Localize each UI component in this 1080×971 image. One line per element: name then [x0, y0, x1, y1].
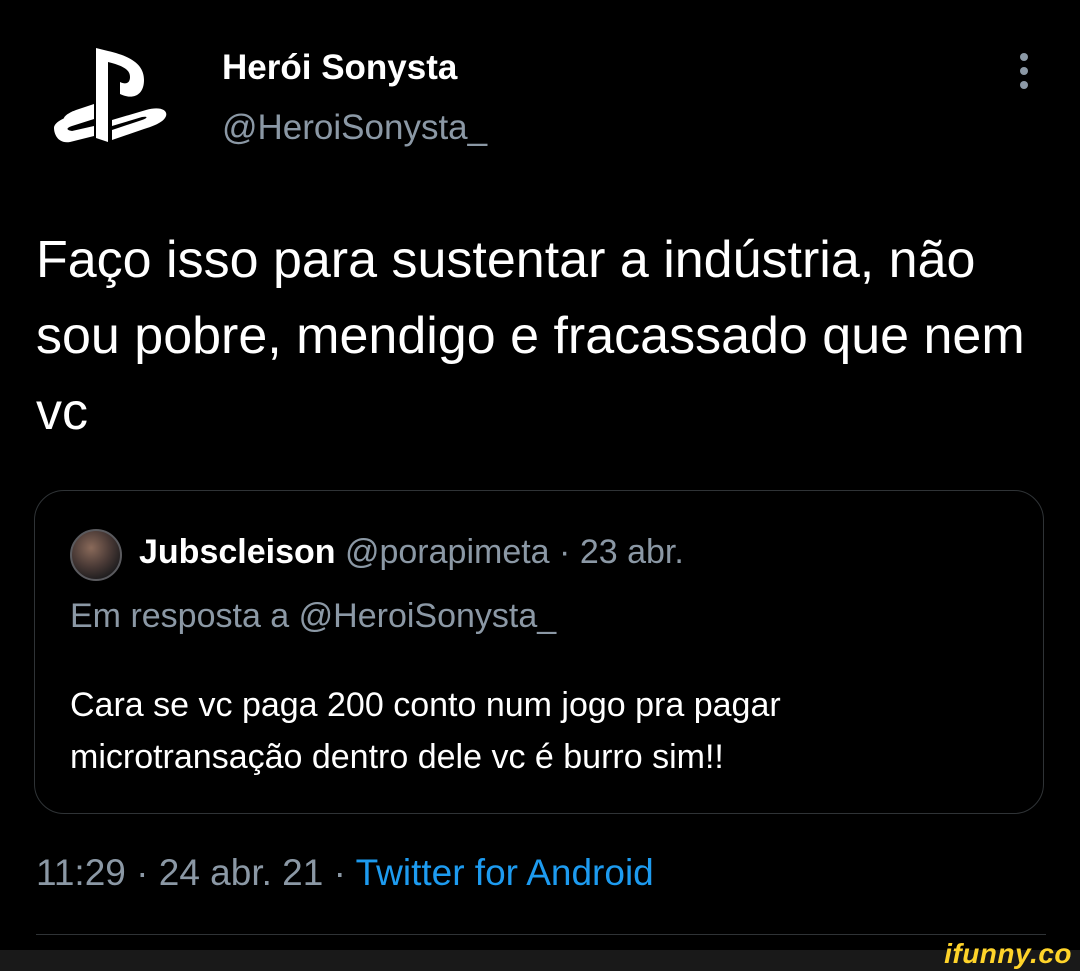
- meta-separator: ·: [125, 852, 159, 893]
- author-display-name[interactable]: Herói Sonysta: [222, 48, 457, 88]
- quoted-date: 23 abr.: [579, 533, 684, 571]
- meta-separator-2: ·: [323, 852, 356, 893]
- quoted-avatar[interactable]: [70, 529, 122, 581]
- quoted-reply-to: Em resposta a @HeroiSonysta_: [70, 597, 557, 635]
- quoted-handle: @porapimeta: [344, 533, 550, 571]
- author-handle[interactable]: @HeroiSonysta_: [222, 108, 487, 148]
- playstation-logo-icon: [54, 48, 167, 143]
- tweet-metadata: 11:29 · 24 abr. 21 · Twitter for Android: [36, 852, 654, 894]
- tweet-text: Faço isso para sustentar a indústria, nã…: [36, 231, 1025, 441]
- tweet-time: 11:29: [36, 852, 126, 893]
- watermark: ifunny.co: [944, 938, 1072, 969]
- quoted-tweet-text: Cara se vc paga 200 conto num jogo pra p…: [70, 686, 781, 776]
- quoted-header: Jubscleison @porapimeta · 23 abr.: [139, 533, 684, 572]
- divider: [36, 934, 1046, 935]
- tweet-date: 24 abr. 21: [158, 852, 324, 893]
- footer-bar: [0, 950, 1080, 971]
- tweet-source-link[interactable]: Twitter for Android: [356, 852, 654, 893]
- quoted-tweet-card[interactable]: Jubscleison @porapimeta · 23 abr. Em res…: [34, 490, 1044, 814]
- author-avatar[interactable]: [50, 44, 172, 148]
- quoted-display-name: Jubscleison: [139, 533, 336, 571]
- quoted-separator: ·: [549, 533, 580, 571]
- more-options-button[interactable]: [1010, 50, 1038, 92]
- more-vertical-icon: [1020, 53, 1028, 89]
